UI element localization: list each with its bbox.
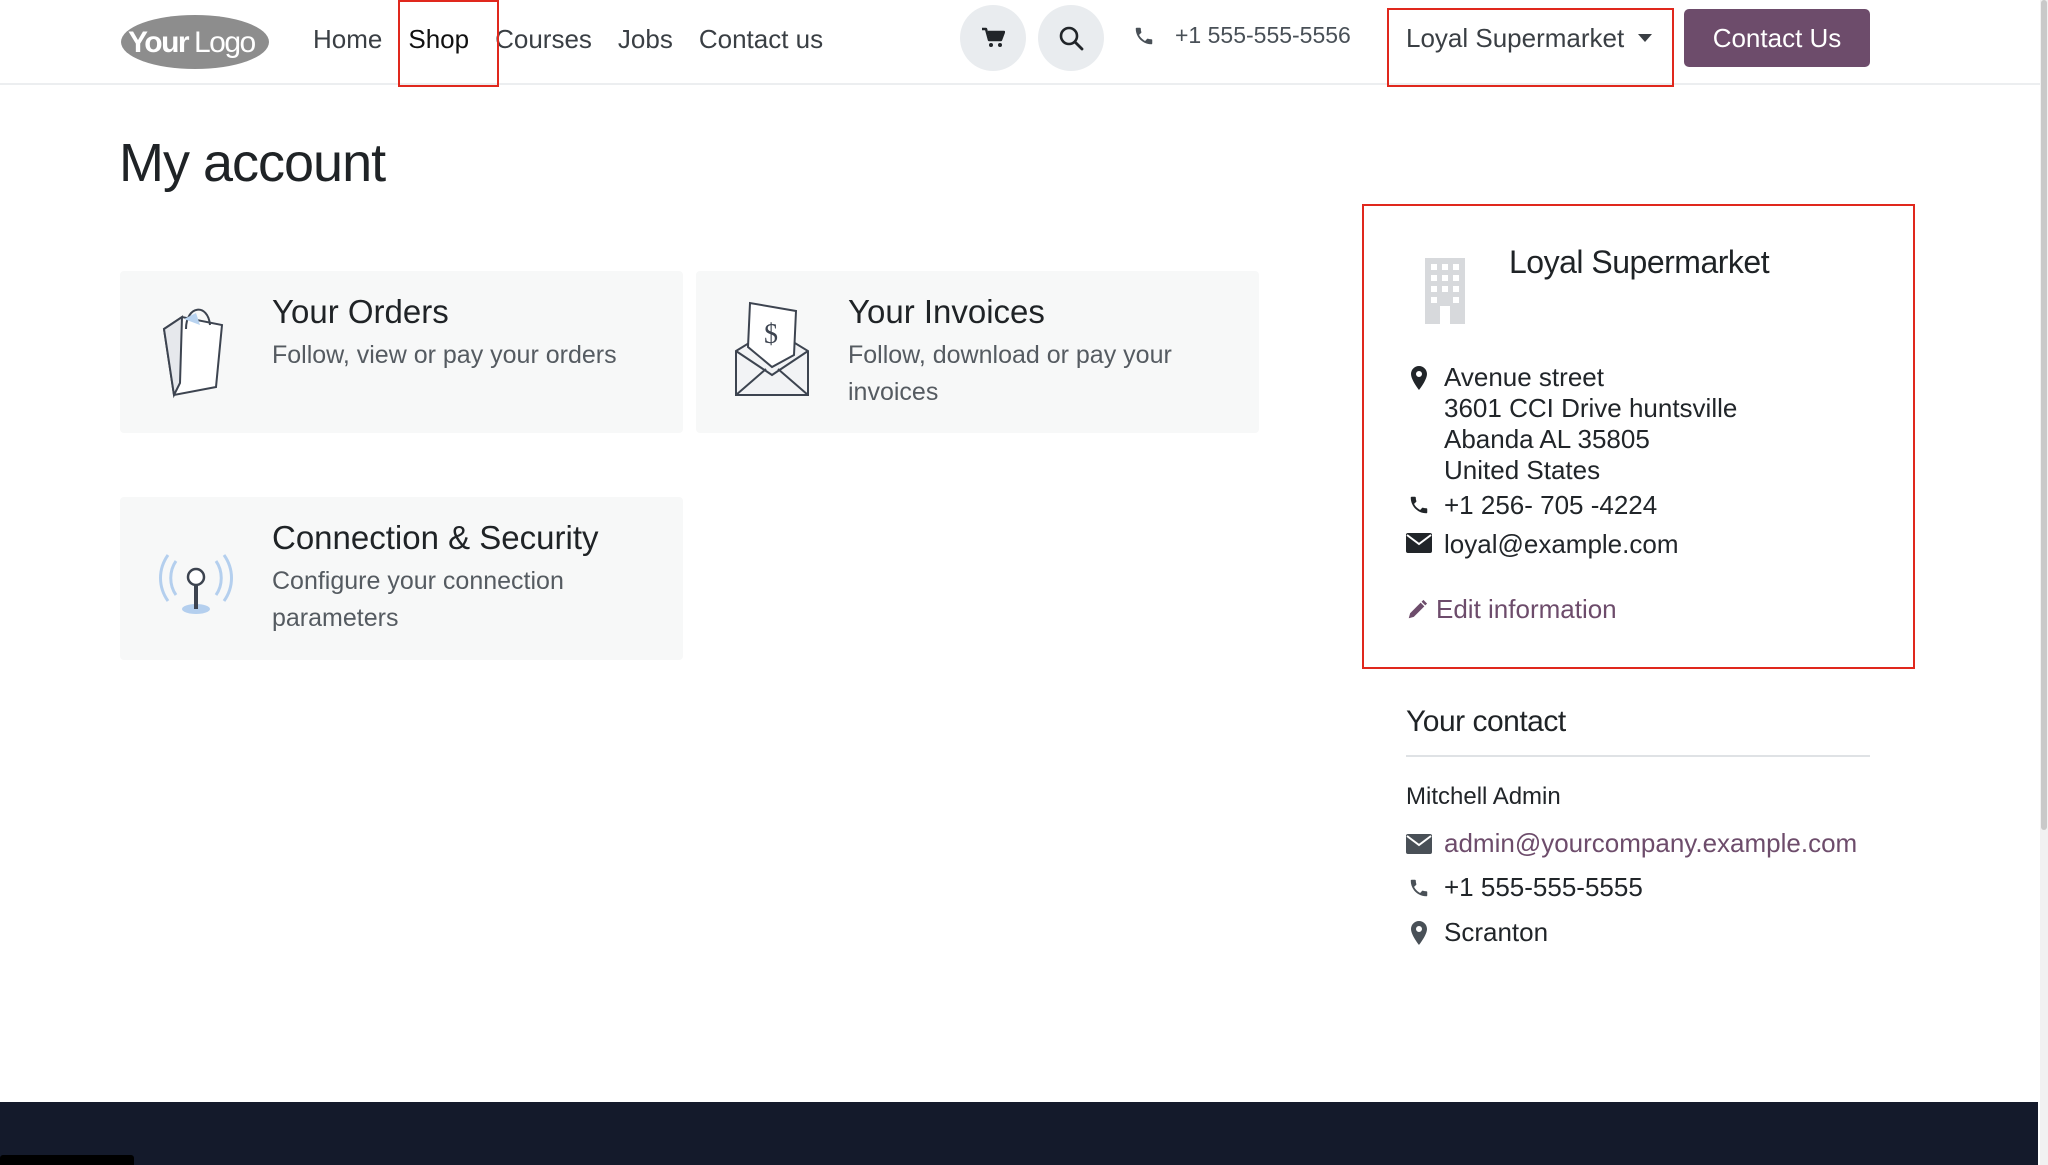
nav-courses[interactable]: Courses [482,0,605,78]
cart-button[interactable] [960,5,1026,71]
company-phone: +1 256- 705 -4224 [1406,490,1657,521]
caret-down-icon [1638,34,1653,42]
shopping-bag-icon [162,308,224,399]
company-email-address: loyal@example.com [1444,529,1679,559]
card-title: Your Invoices [848,293,1045,330]
your-contact-heading: Your contact [1406,705,1566,738]
envelope-icon [1406,833,1432,854]
map-marker-icon [1411,920,1427,945]
search-button[interactable] [1038,5,1104,71]
page-title: My account [119,133,386,193]
contact-city: Scranton [1406,917,1548,948]
map-marker-icon [1411,366,1427,390]
company-name: Loyal Supermarket [1509,244,1770,280]
building-icon [1425,258,1465,324]
antenna-signal-icon [159,554,233,614]
card-connection-security[interactable]: Connection & Security Configure your con… [120,497,683,660]
address-line: Abanda AL 35805 [1444,424,1650,454]
divider [1406,755,1870,757]
address-line: United States [1444,455,1601,485]
invoice-envelope-icon: $ [735,301,809,396]
contact-city-name: Scranton [1444,917,1549,947]
contact-phone-number: +1 555-555-5555 [1444,872,1643,902]
edit-information-link[interactable]: Edit information [1406,594,1617,625]
company-email: loyal@example.com [1406,529,1678,560]
header-phone[interactable]: +1 555-555-5556 [1133,22,1351,49]
contact-us-button[interactable]: Contact Us [1684,9,1870,67]
contact-email-link[interactable]: admin@yourcompany.example.com [1444,828,1857,859]
main-nav: Home Shop Courses Jobs Contact us [300,0,836,78]
card-description: Follow, view or pay your orders [272,341,617,369]
contact-person-name: Mitchell Admin [1406,783,1561,810]
company-address: Avenue street 3601 CCI Drive huntsville … [1406,362,1737,486]
card-description: Configure your connection parameters [272,567,564,632]
company-dropdown-label: Loyal Supermarket [1406,22,1625,53]
svg-text:Logo: Logo [194,26,256,59]
address-line: 3601 CCI Drive huntsville [1444,393,1738,423]
svg-text:$: $ [764,319,778,350]
pencil-icon [1408,599,1428,618]
nav-jobs[interactable]: Jobs [605,0,686,78]
footer [0,1102,2038,1165]
card-title: Your Orders [272,293,449,330]
status-tooltip [0,1155,134,1165]
top-navbar: Your Logo Home Shop Courses Jobs Contact… [0,0,2048,87]
card-title: Connection & Security [272,519,599,556]
nav-shop[interactable]: Shop [395,0,482,78]
company-logo[interactable]: Your Logo [120,14,270,70]
company-dropdown[interactable]: Loyal Supermarket [1406,12,1653,64]
phone-icon [1135,27,1153,44]
envelope-icon [1406,533,1432,553]
contact-email[interactable]: admin@yourcompany.example.com [1406,828,1857,859]
contact-phone: +1 555-555-5555 [1406,872,1643,903]
company-phone-number: +1 256- 705 -4224 [1444,490,1658,520]
scrollbar-thumb[interactable] [2041,0,2047,830]
address-line: Avenue street [1444,362,1604,392]
phone-icon [1410,496,1428,514]
cart-icon [982,27,1005,47]
nav-home[interactable]: Home [300,0,395,78]
svg-text:Your: Your [128,26,190,59]
card-your-orders[interactable]: Your Orders Follow, view or pay your ord… [120,271,683,433]
phone-icon [1410,879,1428,896]
card-your-invoices[interactable]: $ Your Invoices Follow, download or pay … [696,271,1259,433]
nav-contact-us[interactable]: Contact us [686,0,836,78]
card-description: Follow, download or pay your invoices [848,341,1172,406]
search-icon [1059,26,1084,51]
edit-information-label: Edit information [1436,594,1617,624]
header-phone-number: +1 555-555-5556 [1175,22,1351,48]
